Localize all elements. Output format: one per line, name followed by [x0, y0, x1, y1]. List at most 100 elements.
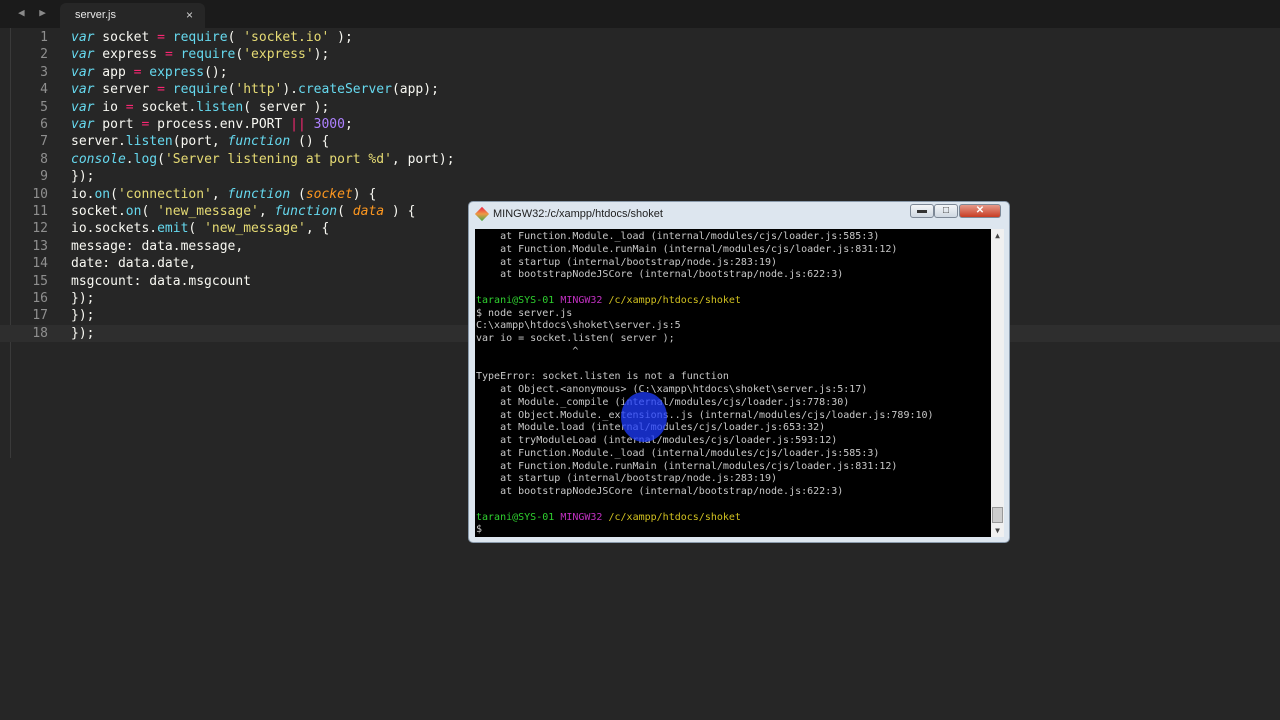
terminal-text: at bootstrapNodeJSCore (internal/bootstr…	[476, 486, 844, 497]
terminal-window[interactable]: MINGW32:/c/xampp/htdocs/shoket ▬ □ ✕ at …	[468, 201, 1010, 543]
code-token: server.	[71, 134, 126, 150]
close-button[interactable]: ✕	[959, 204, 1001, 218]
code-token: =	[164, 47, 173, 63]
code-token: 3000	[313, 117, 345, 132]
code-text: io.sockets.emit( 'new_message', {	[71, 220, 329, 237]
terminal-text: var io = socket.listen( server );	[476, 333, 675, 344]
tab-label: server.js	[75, 9, 116, 21]
code-line[interactable]: 2 var express = require('express');	[0, 46, 1280, 63]
code-token: on	[94, 186, 111, 202]
code-token: });	[71, 308, 95, 324]
code-line[interactable]: 1 var socket = require( 'socket.io' );	[0, 29, 1280, 46]
code-token: (	[157, 151, 165, 167]
code-token: require	[172, 30, 228, 45]
terminal-line: at Function.Module._load (internal/modul…	[476, 230, 879, 243]
code-token: ;	[344, 117, 353, 132]
minimize-button[interactable]: ▬	[910, 204, 934, 218]
terminal-line: at Function.Module.runMain (internal/mod…	[476, 460, 897, 473]
terminal-scrollbar[interactable]: ▲ ▼	[991, 229, 1004, 537]
code-token: 'express'	[243, 47, 314, 63]
code-text: });	[71, 307, 94, 324]
tab-nav-arrows-icon[interactable]: ◀ ▶	[18, 6, 50, 19]
code-token: 'connection'	[117, 186, 212, 202]
code-line[interactable]: 5 var io = socket.listen( server );	[0, 99, 1280, 116]
code-token: socket.	[133, 99, 197, 115]
code-token: (	[188, 221, 205, 237]
code-text: var port = process.env.PORT || 3000;	[71, 116, 353, 133]
code-token: require	[180, 47, 236, 63]
line-number: 6	[40, 117, 48, 132]
code-line[interactable]: 8 console.log('Server listening at port %…	[0, 151, 1280, 168]
code-token: var	[71, 82, 95, 98]
terminal-line: at Object.Module._extensions..js (intern…	[476, 409, 933, 422]
code-token: socket.	[71, 204, 126, 219]
code-line[interactable]: 9});	[0, 168, 1280, 185]
tab-bar: ◀ ▶ server.js ×	[0, 0, 1280, 28]
code-line[interactable]: 7 server.listen(port, function () {	[0, 133, 1280, 150]
code-token: function	[227, 186, 291, 202]
scroll-up-icon[interactable]: ▲	[991, 229, 1004, 242]
code-line[interactable]: 4 var server = require('http').createServ…	[0, 81, 1280, 98]
line-number: 18	[32, 325, 48, 341]
code-token: function	[227, 134, 291, 150]
code-token: port	[94, 117, 142, 132]
terminal-text: TypeError: socket.listen is not a functi…	[476, 371, 729, 383]
terminal-line: at startup (internal/bootstrap/node.js:2…	[476, 256, 777, 269]
code-token: (	[141, 204, 158, 219]
code-line[interactable]: 6 var port = process.env.PORT || 3000;	[0, 116, 1280, 133]
code-token: 'http'	[235, 82, 283, 98]
code-text: server.listen(port, function () {	[71, 133, 329, 150]
line-number: 14	[32, 256, 48, 272]
terminal-text: at startup (internal/bootstrap/node.js:2…	[476, 256, 778, 268]
scroll-down-icon[interactable]: ▼	[991, 524, 1004, 537]
code-token: io	[94, 99, 126, 115]
terminal-line: at bootstrapNodeJSCore (internal/bootstr…	[476, 485, 843, 498]
terminal-line: TypeError: socket.listen is not a functi…	[476, 370, 729, 383]
code-token: var	[71, 47, 95, 63]
code-text: var socket = require( 'socket.io' );	[71, 29, 353, 46]
scroll-thumb[interactable]	[992, 507, 1003, 523]
terminal-line: at bootstrapNodeJSCore (internal/bootstr…	[476, 268, 843, 281]
tab-close-icon[interactable]: ×	[186, 8, 193, 22]
code-token: (	[337, 204, 353, 219]
terminal-line: tarani@SYS-01 MINGW32 /c/xampp/htdocs/sh…	[476, 511, 741, 524]
terminal-text: MINGW32	[560, 511, 603, 523]
code-token: ) {	[384, 204, 416, 219]
terminal-line: $	[476, 523, 482, 536]
terminal-text: /c/xampp/htdocs/shoket	[608, 294, 741, 306]
maximize-button[interactable]: □	[934, 204, 958, 218]
line-number: 2	[40, 47, 48, 63]
line-number: 13	[32, 238, 48, 254]
terminal-text: at bootstrapNodeJSCore (internal/bootstr…	[476, 269, 844, 281]
terminal-output[interactable]: at Function.Module._load (internal/modul…	[475, 229, 991, 537]
terminal-text: tarani@SYS-01	[476, 294, 555, 306]
code-token: =	[157, 82, 165, 98]
terminal-line: at Function.Module.runMain (internal/mod…	[476, 243, 897, 256]
code-line[interactable]: 3 var app = express();	[0, 64, 1280, 81]
code-token: ( server );	[243, 99, 330, 115]
terminal-line: C:\xampp\htdocs\shoket\server.js:5	[476, 319, 681, 332]
code-token: (port,	[172, 134, 228, 150]
code-token: app	[94, 64, 134, 80]
code-token: , {	[305, 221, 330, 237]
code-text: message: data.message,	[71, 238, 243, 255]
line-number: 7	[40, 134, 48, 150]
code-token: .	[125, 151, 134, 167]
code-token: ).	[282, 82, 299, 98]
line-number: 4	[40, 82, 48, 98]
tab-server-js[interactable]: server.js ×	[60, 3, 205, 28]
code-token: ,	[258, 204, 275, 219]
terminal-text: /c/xampp/htdocs/shoket	[608, 511, 741, 523]
code-token: createServer	[298, 82, 392, 98]
code-token: (	[110, 186, 118, 202]
code-token: var	[71, 30, 95, 45]
code-token: 'Server listening at port %d'	[164, 151, 392, 167]
code-text: date: data.date,	[71, 255, 196, 272]
code-token: , port);	[391, 151, 455, 167]
terminal-line: at Function.Module._load (internal/modul…	[476, 447, 879, 460]
line-number: 15	[32, 273, 48, 289]
line-number: 12	[32, 221, 48, 237]
code-token: require	[172, 82, 228, 98]
